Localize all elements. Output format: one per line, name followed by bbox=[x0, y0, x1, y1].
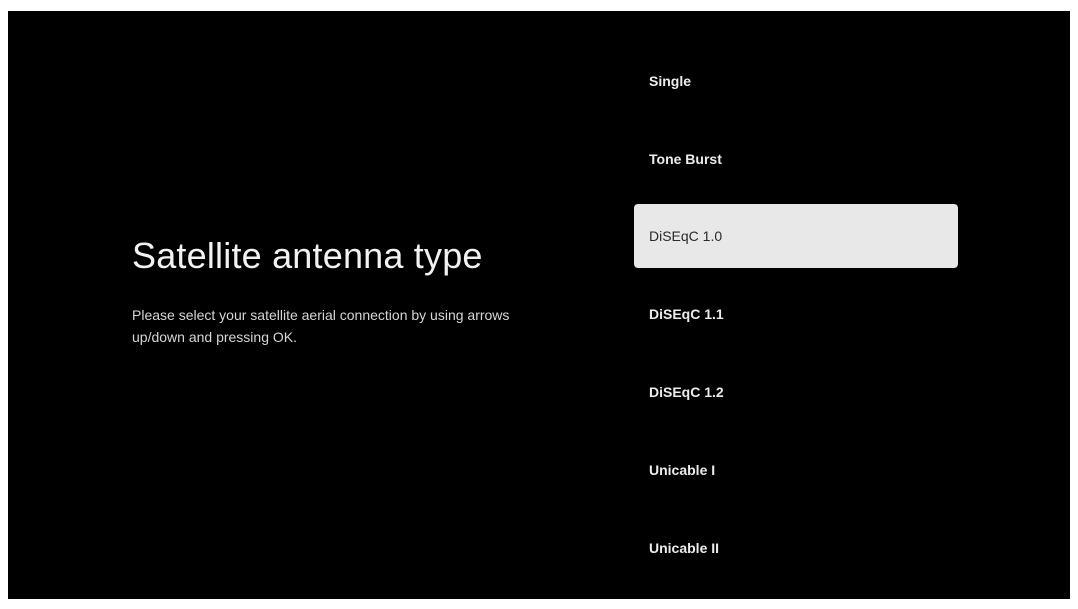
menu-item-tone-burst[interactable]: Tone Burst bbox=[634, 127, 958, 191]
menu-item-label: Unicable II bbox=[649, 540, 720, 556]
menu-item-unicable-1[interactable]: Unicable I bbox=[634, 438, 958, 502]
menu-item-diseqc-1-2[interactable]: DiSEqC 1.2 bbox=[634, 360, 958, 424]
menu-item-diseqc-1-1[interactable]: DiSEqC 1.1 bbox=[634, 282, 958, 346]
page-title: Satellite antenna type bbox=[132, 235, 483, 276]
antenna-type-menu: Single Tone Burst DiSEqC 1.0 DiSEqC 1.1 … bbox=[634, 11, 958, 599]
menu-item-label: DiSEqC 1.1 bbox=[649, 306, 724, 322]
menu-item-diseqc-1-0[interactable]: DiSEqC 1.0 bbox=[634, 204, 958, 268]
page-description: Please select your satellite aerial conn… bbox=[132, 307, 510, 345]
menu-item-label: Unicable I bbox=[649, 462, 716, 478]
menu-item-unicable-2[interactable]: Unicable II bbox=[634, 516, 958, 580]
menu-item-label: DiSEqC 1.2 bbox=[649, 384, 724, 400]
menu-item-label: Tone Burst bbox=[649, 151, 722, 167]
menu-item-label: DiSEqC 1.0 bbox=[649, 228, 723, 244]
menu-item-single[interactable]: Single bbox=[634, 49, 958, 113]
tv-screen: Satellite antenna type Please select you… bbox=[8, 11, 1070, 599]
menu-item-label: Single bbox=[649, 73, 692, 89]
